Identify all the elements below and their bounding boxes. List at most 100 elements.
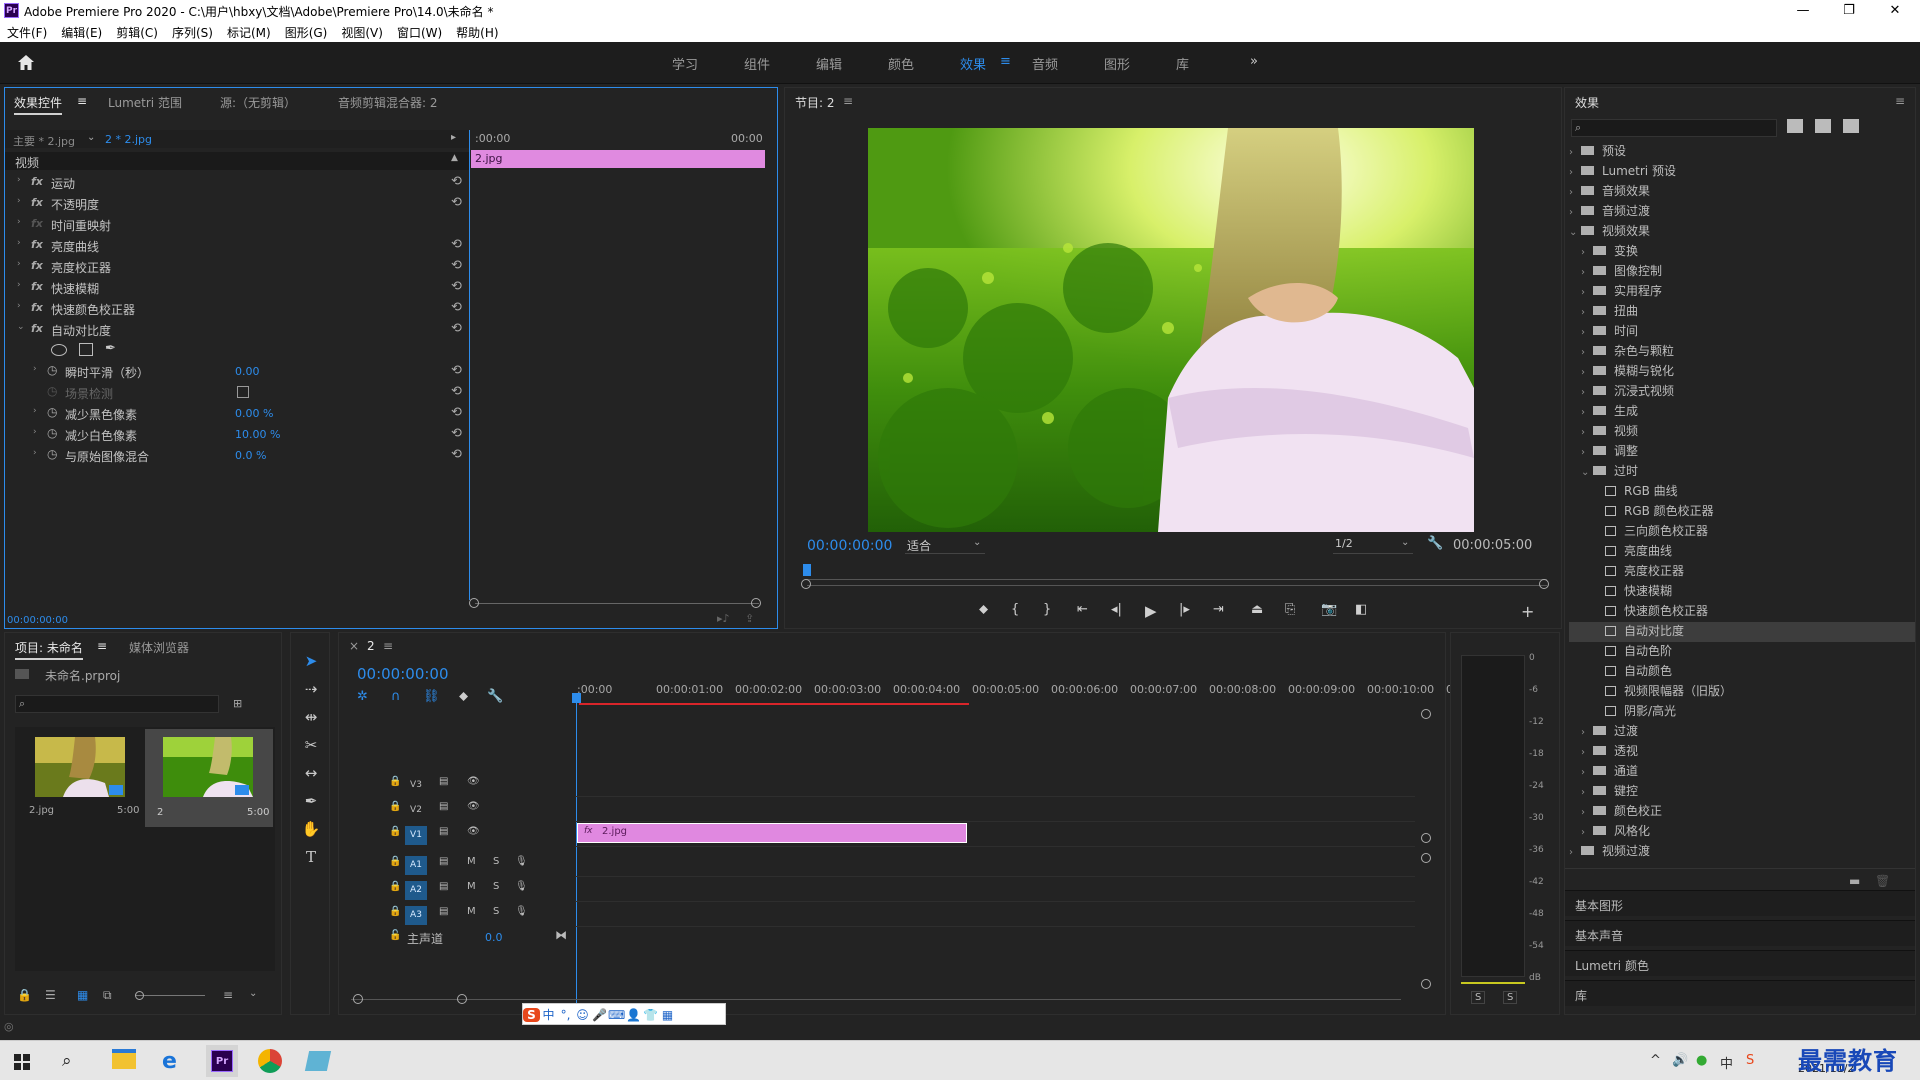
add-marker-icon[interactable]: ⬥ bbox=[459, 689, 468, 704]
fx-icon[interactable]: fx bbox=[31, 259, 43, 272]
effects-tree-item[interactable]: RGB 颜色校正器 bbox=[1593, 502, 1915, 522]
tab-audio-clip-mixer[interactable]: 音频剪辑混合器: 2 bbox=[338, 94, 438, 111]
search-icon[interactable]: ⌕ bbox=[62, 1051, 72, 1071]
ripple-edit-tool-icon[interactable]: ⇹ bbox=[299, 705, 323, 729]
new-search-bin-icon[interactable]: ⊞ bbox=[233, 697, 242, 710]
wrench-icon[interactable]: 🔧 bbox=[1427, 536, 1443, 551]
ime-voice-icon[interactable]: 🎤 bbox=[591, 1008, 608, 1022]
workspace-audio[interactable]: 音频 bbox=[1032, 54, 1058, 73]
lock-icon[interactable]: 🔒 bbox=[389, 801, 401, 812]
effects-tree-item[interactable]: RGB 曲线 bbox=[1593, 482, 1915, 502]
effects-tree-folder[interactable]: › 颜色校正 bbox=[1581, 802, 1915, 822]
mute-button[interactable]: M bbox=[467, 881, 476, 892]
stopwatch-icon[interactable]: ◷ bbox=[47, 447, 57, 461]
chevron-down-icon[interactable]: ⌄ bbox=[249, 988, 257, 999]
program-timecode[interactable]: 00:00:00:00 bbox=[807, 538, 892, 554]
ime-tray-icon[interactable]: 中 bbox=[1720, 1053, 1733, 1072]
sort-icon[interactable]: ≡ bbox=[223, 988, 233, 1002]
reset-icon[interactable]: ⟲ bbox=[451, 426, 462, 441]
lock-icon[interactable]: 🔒 bbox=[17, 988, 32, 1002]
fx-icon[interactable]: fx bbox=[31, 322, 43, 335]
effects-tree-folder[interactable]: › 过渡 bbox=[1581, 722, 1915, 742]
ime-emoji-icon[interactable]: ☺ bbox=[574, 1008, 591, 1022]
vertical-zoom-handle-top[interactable] bbox=[1421, 709, 1431, 719]
sync-lock-icon[interactable]: ▤ bbox=[439, 881, 448, 892]
ime-punctuation-icon[interactable]: °, bbox=[557, 1008, 574, 1022]
workspace-assembly[interactable]: 组件 bbox=[744, 54, 770, 73]
param-value[interactable]: 0.0 % bbox=[235, 449, 266, 462]
effects-tree-item[interactable]: 亮度校正器 bbox=[1593, 562, 1915, 582]
chevron-right-icon[interactable]: › bbox=[1581, 247, 1593, 258]
chevron-down-icon[interactable]: ⌄ bbox=[87, 132, 95, 143]
workspace-effects[interactable]: 效果 bbox=[960, 54, 986, 73]
param-value[interactable]: 0.00 bbox=[235, 365, 260, 378]
workspace-graphics[interactable]: 图形 bbox=[1104, 54, 1130, 73]
track-target-label[interactable]: V3 bbox=[405, 776, 427, 795]
menu-clip[interactable]: 剪辑(C) bbox=[109, 21, 165, 41]
mute-button[interactable]: M bbox=[467, 906, 476, 917]
chevron-right-icon[interactable]: › bbox=[1581, 807, 1593, 818]
effects-menu-icon[interactable]: ≡ bbox=[1895, 94, 1905, 108]
param-row-black-clip[interactable]: › ◷ 减少黑色像素 0.00 % ⟲ bbox=[11, 403, 467, 424]
chevron-right-icon[interactable]: › bbox=[1581, 447, 1593, 458]
effects-tree-folder[interactable]: › 键控 bbox=[1581, 782, 1915, 802]
timeline-menu-icon[interactable]: ≡ bbox=[383, 639, 393, 653]
effects-tree-folder[interactable]: › 图像控制 bbox=[1581, 262, 1915, 282]
effect-row-auto-contrast[interactable]: ⌄ fx 自动对比度 ⟲ bbox=[11, 319, 467, 340]
close-button[interactable]: ✕ bbox=[1872, 0, 1918, 21]
effect-row-fast-blur[interactable]: › fx 快速模糊 ⟲ bbox=[11, 277, 467, 298]
timeline-playhead-handle[interactable] bbox=[572, 693, 581, 703]
list-view-icon[interactable]: ☰ bbox=[45, 988, 56, 1002]
minimize-button[interactable]: — bbox=[1780, 0, 1826, 21]
effects-search-input[interactable] bbox=[1590, 121, 1770, 135]
tray-app-icon[interactable]: ● bbox=[1696, 1053, 1707, 1068]
ime-keyboard-icon[interactable]: ⌨ bbox=[608, 1008, 625, 1022]
linked-selection-icon[interactable]: ⛓ bbox=[423, 689, 440, 704]
fit-dropdown[interactable]: 适合 ⌄ bbox=[905, 536, 985, 554]
fx-icon[interactable]: fx bbox=[31, 238, 43, 251]
chevron-right-icon[interactable]: › bbox=[33, 406, 37, 416]
fx-icon[interactable]: fx bbox=[31, 280, 43, 293]
chevron-right-icon[interactable]: › bbox=[1581, 767, 1593, 778]
volume-icon[interactable]: 🔊 bbox=[1672, 1053, 1688, 1068]
chevron-right-icon[interactable]: › bbox=[17, 301, 21, 311]
snap-icon[interactable]: ∩ bbox=[391, 689, 401, 704]
workspace-more-button[interactable]: » bbox=[1250, 54, 1258, 69]
sync-lock-icon[interactable]: ▤ bbox=[439, 826, 448, 837]
fx-icon[interactable]: fx bbox=[31, 175, 43, 188]
freeform-view-icon[interactable]: ⧉ bbox=[103, 988, 112, 1003]
chevron-right-icon[interactable]: › bbox=[33, 427, 37, 437]
solo-right-button[interactable]: S bbox=[1503, 991, 1518, 1004]
effects-tree-item[interactable]: 阴影/高光 bbox=[1593, 702, 1915, 722]
chevron-right-icon[interactable]: › bbox=[33, 364, 37, 374]
effects-tree-item[interactable]: 快速颜色校正器 bbox=[1593, 602, 1915, 622]
new-bin-icon[interactable]: ▬ bbox=[1849, 874, 1860, 888]
eye-icon[interactable]: 👁 bbox=[467, 801, 480, 812]
chevron-right-icon[interactable]: › bbox=[17, 196, 21, 206]
workspace-color[interactable]: 颜色 bbox=[888, 54, 914, 73]
effects-tree-folder[interactable]: › 调整 bbox=[1581, 442, 1915, 462]
zoom-slider[interactable] bbox=[135, 995, 205, 996]
stopwatch-icon[interactable]: ◷ bbox=[47, 405, 57, 419]
effects-tree-folder[interactable]: › 预设 bbox=[1569, 142, 1915, 162]
reset-icon[interactable]: ⟲ bbox=[451, 174, 462, 189]
export-frame-icon[interactable]: 📷 bbox=[1321, 602, 1337, 617]
compare-view-icon[interactable]: ◧ bbox=[1355, 602, 1367, 617]
voiceover-icon[interactable]: 🎙 bbox=[515, 906, 528, 917]
solo-button[interactable]: S bbox=[493, 906, 499, 917]
project-item-selected[interactable]: 2 5:00 bbox=[145, 729, 273, 827]
sync-lock-icon[interactable]: ▤ bbox=[439, 801, 448, 812]
reset-icon[interactable]: ⟲ bbox=[451, 237, 462, 252]
effect-row-opacity[interactable]: › fx 不透明度 ⟲ bbox=[11, 193, 467, 214]
export-icon[interactable]: ⇪ bbox=[745, 612, 754, 625]
track-target-label[interactable]: V2 bbox=[405, 801, 427, 820]
go-to-end-icon[interactable]: ⧓ bbox=[555, 928, 567, 942]
add-marker-icon[interactable]: ⬥ bbox=[979, 602, 988, 617]
chevron-right-icon[interactable]: › bbox=[1581, 427, 1593, 438]
effect-row-motion[interactable]: › fx 运动 ⟲ bbox=[11, 172, 467, 193]
effects-tree-folder[interactable]: › Lumetri 预设 bbox=[1569, 162, 1915, 182]
ellipse-mask-icon[interactable] bbox=[51, 344, 67, 356]
pen-mask-icon[interactable]: ✒ bbox=[105, 341, 116, 356]
project-item[interactable]: 2.jpg 5:00 bbox=[17, 729, 143, 825]
reset-icon[interactable]: ⟲ bbox=[451, 195, 462, 210]
